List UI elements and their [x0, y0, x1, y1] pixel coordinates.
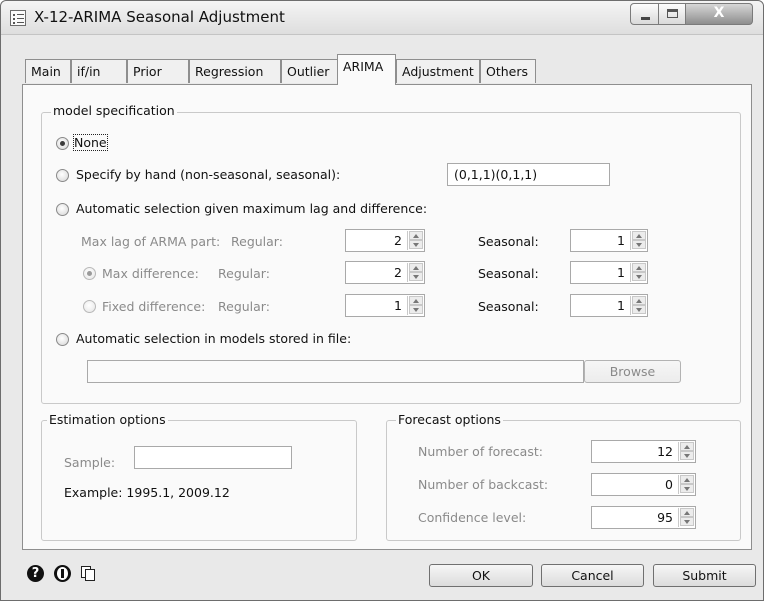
spin-up-icon[interactable] — [632, 263, 646, 272]
number-of-backcast-label: Number of backcast: — [418, 477, 549, 492]
forecast-options-legend: Forecast options — [396, 412, 503, 427]
spin-down-icon[interactable] — [680, 484, 694, 493]
close-button[interactable]: X — [686, 3, 753, 25]
tab-main[interactable]: Main — [25, 59, 71, 83]
max-difference-regular-value: 2 — [394, 265, 402, 280]
max-lag-regular-label: Regular: — [231, 234, 283, 249]
fixed-difference-regular-value: 1 — [394, 298, 402, 313]
spin-down-icon[interactable] — [409, 240, 423, 249]
number-of-forecast-value: 12 — [657, 444, 673, 459]
radio-max-difference[interactable] — [83, 267, 96, 280]
fixed-difference-seasonal-label: Seasonal: — [478, 299, 539, 314]
tab-regression[interactable]: Regression — [189, 59, 281, 83]
spin-up-icon[interactable] — [680, 475, 694, 484]
estimation-options-group — [41, 420, 357, 541]
radio-specify-by-hand-label[interactable]: Specify by hand (non-seasonal, seasonal)… — [76, 167, 340, 182]
tab-arima[interactable]: ARIMA — [337, 54, 396, 85]
fixed-difference-seasonal-value: 1 — [617, 298, 625, 313]
help-icon[interactable]: ? — [27, 565, 44, 582]
minimize-icon — [641, 17, 650, 20]
spin-down-icon[interactable] — [409, 305, 423, 314]
spin-up-icon[interactable] — [632, 231, 646, 240]
max-lag-regular-value: 2 — [394, 233, 402, 248]
number-of-backcast-value: 0 — [665, 477, 673, 492]
estimation-options-legend: Estimation options — [47, 412, 168, 427]
info-icon[interactable] — [54, 565, 71, 582]
radio-fixed-difference[interactable] — [83, 300, 96, 313]
spin-down-icon[interactable] — [409, 272, 423, 281]
radio-none-label[interactable]: None — [73, 134, 108, 151]
sample-label: Sample: — [64, 455, 116, 470]
dialog-window: X-12-ARIMA Seasonal Adjustment X Main if… — [0, 0, 764, 601]
fixed-difference-regular-label: Regular: — [218, 299, 270, 314]
close-icon: X — [713, 5, 725, 21]
max-lag-seasonal-value: 1 — [617, 233, 625, 248]
radio-models-from-file-label[interactable]: Automatic selection in models stored in … — [76, 331, 351, 346]
window-title: X-12-ARIMA Seasonal Adjustment — [34, 8, 285, 26]
tab-others[interactable]: Others — [480, 59, 536, 83]
max-difference-seasonal-stepper[interactable]: 1 — [570, 261, 648, 284]
by-hand-model-input[interactable]: (0,1,1)(0,1,1) — [447, 163, 610, 186]
models-file-input[interactable] — [87, 360, 584, 383]
spin-down-icon[interactable] — [632, 272, 646, 281]
spin-up-icon[interactable] — [409, 263, 423, 272]
max-difference-seasonal-value: 1 — [617, 265, 625, 280]
spin-down-icon[interactable] — [680, 451, 694, 460]
max-lag-regular-stepper[interactable]: 2 — [345, 229, 425, 252]
confidence-level-stepper[interactable]: 95 — [591, 506, 696, 529]
max-difference-regular-label: Regular: — [218, 266, 270, 281]
max-difference-regular-stepper[interactable]: 2 — [345, 261, 425, 284]
app-icon[interactable] — [10, 10, 26, 26]
ok-button[interactable]: OK — [429, 564, 533, 587]
tab-prior[interactable]: Prior — [127, 59, 189, 83]
cancel-button[interactable]: Cancel — [541, 564, 644, 587]
minimize-button[interactable] — [630, 3, 659, 25]
tab-outlier[interactable]: Outlier — [281, 59, 341, 83]
submit-button[interactable]: Submit — [653, 564, 756, 587]
tab-if-in[interactable]: if/in — [71, 59, 127, 83]
max-lag-seasonal-stepper[interactable]: 1 — [570, 229, 648, 252]
spin-down-icon[interactable] — [632, 240, 646, 249]
spin-up-icon[interactable] — [680, 442, 694, 451]
copy-icon[interactable] — [80, 565, 97, 582]
model-specification-legend: model specification — [51, 103, 177, 118]
fixed-difference-label[interactable]: Fixed difference: — [102, 299, 205, 314]
title-bar[interactable]: X-12-ARIMA Seasonal Adjustment X — [1, 1, 763, 35]
maximize-button[interactable] — [659, 3, 686, 25]
spin-up-icon[interactable] — [409, 231, 423, 240]
fixed-difference-seasonal-stepper[interactable]: 1 — [570, 294, 648, 317]
radio-none[interactable] — [56, 137, 69, 150]
confidence-level-label: Confidence level: — [418, 510, 527, 525]
browse-button[interactable]: Browse — [584, 360, 681, 383]
fixed-difference-regular-stepper[interactable]: 1 — [345, 294, 425, 317]
spin-down-icon[interactable] — [632, 305, 646, 314]
spin-up-icon[interactable] — [680, 508, 694, 517]
max-lag-seasonal-label: Seasonal: — [478, 234, 539, 249]
tab-adjustment[interactable]: Adjustment — [396, 59, 480, 83]
sample-example-text: Example: 1995.1, 2009.12 — [64, 485, 230, 500]
sample-input[interactable] — [134, 446, 292, 469]
radio-automatic-selection-label[interactable]: Automatic selection given maximum lag an… — [76, 201, 427, 216]
radio-automatic-selection[interactable] — [56, 203, 69, 216]
spin-down-icon[interactable] — [680, 517, 694, 526]
maximize-icon — [667, 9, 678, 18]
confidence-level-value: 95 — [657, 510, 673, 525]
spin-up-icon[interactable] — [409, 296, 423, 305]
max-difference-seasonal-label: Seasonal: — [478, 266, 539, 281]
radio-models-from-file[interactable] — [56, 333, 69, 346]
number-of-forecast-stepper[interactable]: 12 — [591, 440, 696, 463]
number-of-forecast-label: Number of forecast: — [418, 444, 543, 459]
spin-up-icon[interactable] — [632, 296, 646, 305]
number-of-backcast-stepper[interactable]: 0 — [591, 473, 696, 496]
max-difference-label[interactable]: Max difference: — [102, 266, 199, 281]
radio-specify-by-hand[interactable] — [56, 169, 69, 182]
max-lag-label: Max lag of ARMA part: — [81, 234, 221, 249]
